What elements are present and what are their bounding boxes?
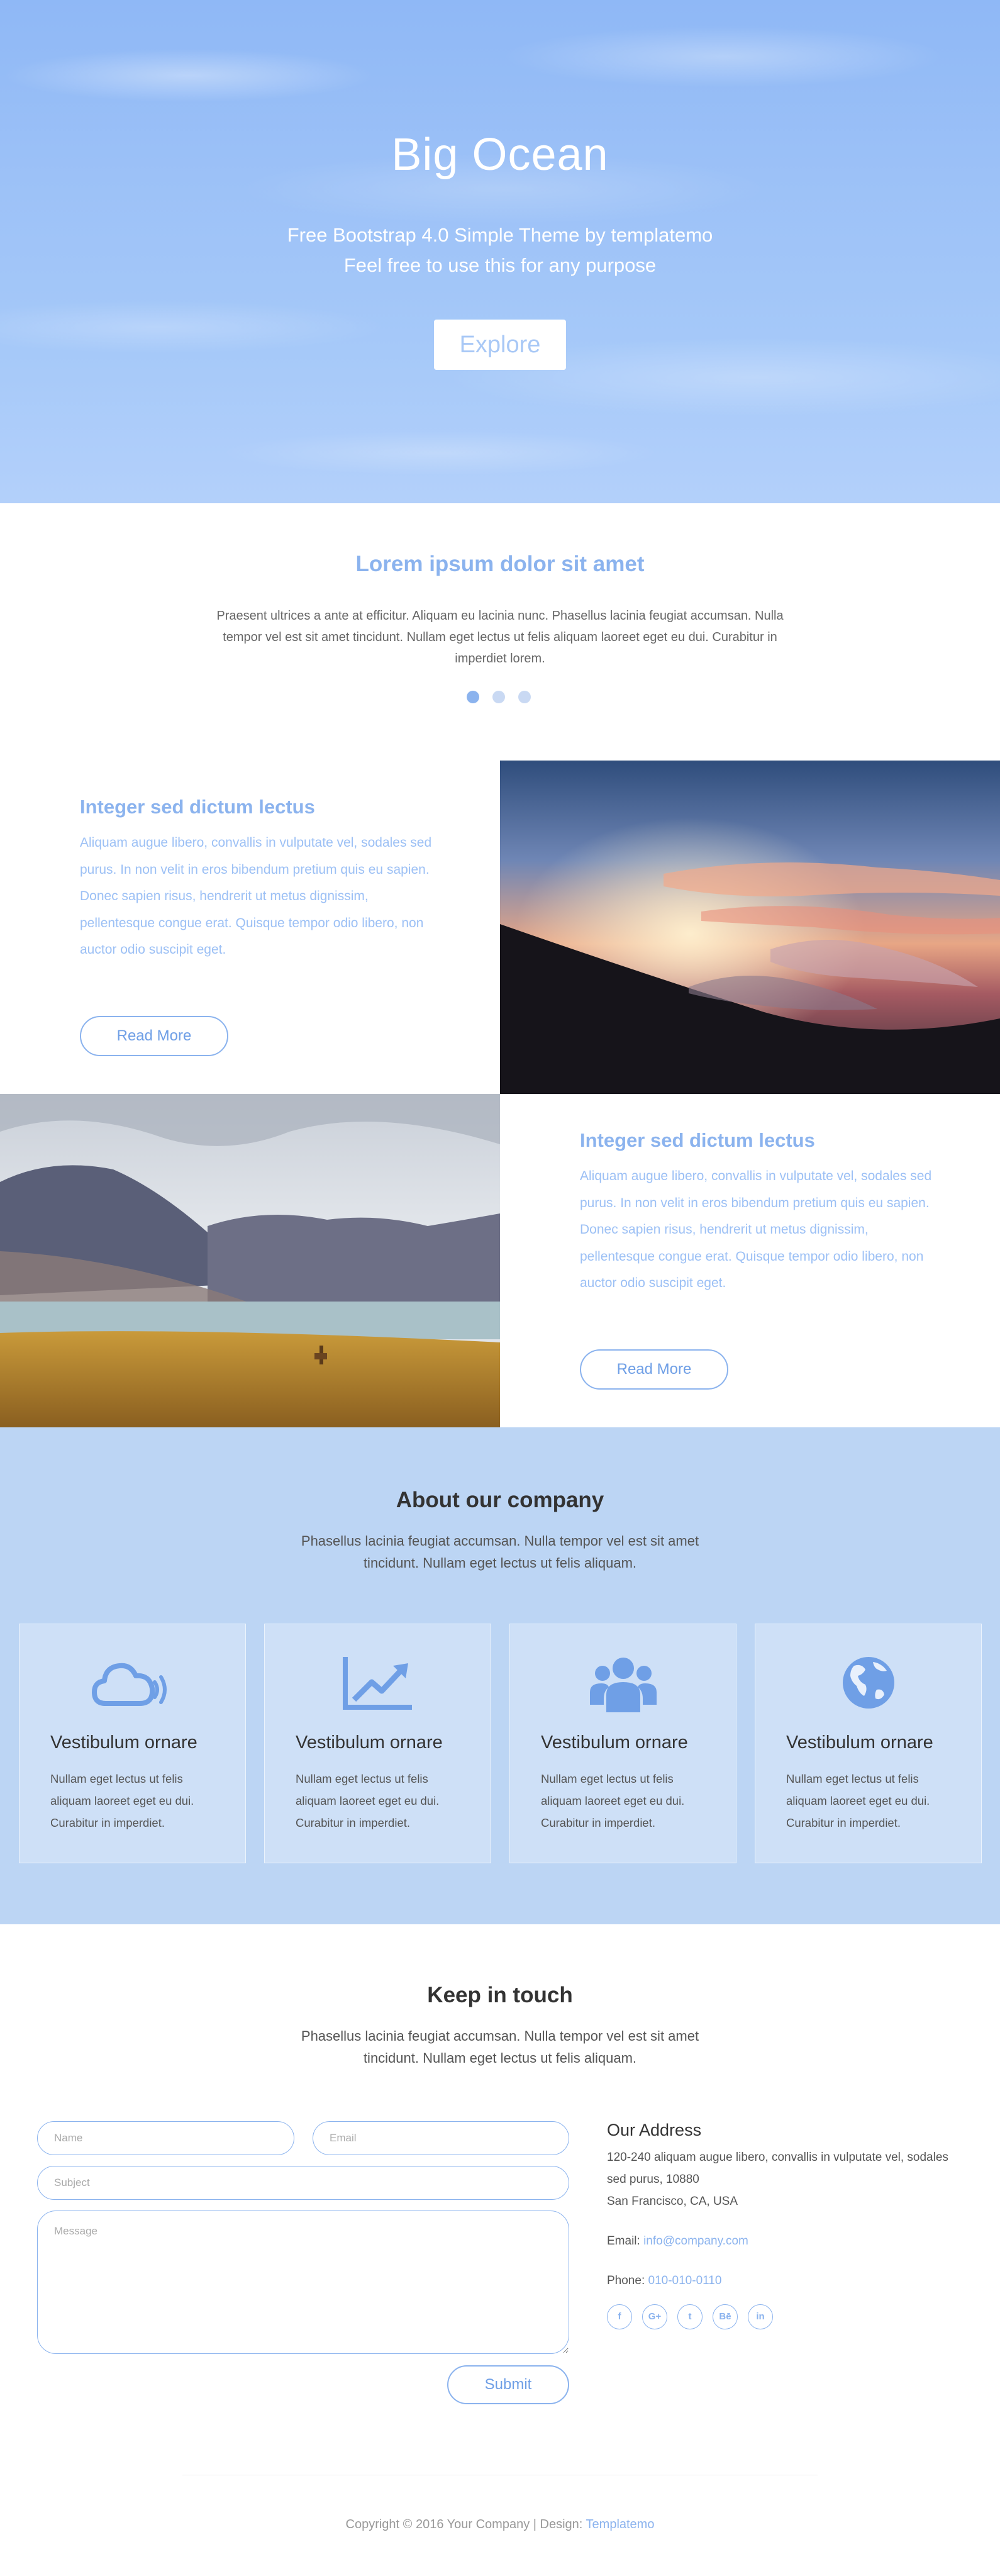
google-plus-icon[interactable]: G+: [642, 2304, 667, 2329]
contact-title: Keep in touch: [427, 1983, 573, 2007]
phone-link[interactable]: 010-010-0110: [648, 2274, 722, 2287]
name-input[interactable]: [37, 2121, 294, 2155]
templatemo-link[interactable]: Templatemo: [586, 2517, 655, 2531]
message-textarea[interactable]: [37, 2211, 569, 2354]
service-card-1-text: Nullam eget lectus ut felis aliquam laor…: [50, 1772, 194, 1829]
address-line2: San Francisco, CA, USA: [607, 2195, 738, 2208]
users-group-icon: [510, 1654, 736, 1712]
service-card-2: Vestibulum ornare Nullam eget lectus ut …: [264, 1624, 491, 1863]
mountain-lake-vicuna-photo: [0, 1094, 500, 1427]
service-card-4-text: Nullam eget lectus ut felis aliquam laor…: [786, 1772, 930, 1829]
feature-1-read-more-button[interactable]: Read More: [80, 1016, 228, 1056]
slider-dots: [467, 691, 533, 705]
feature-2-text: Aliquam augue libero, convallis in vulpu…: [580, 1169, 932, 1290]
service-card-2-text: Nullam eget lectus ut felis aliquam laor…: [296, 1772, 440, 1829]
feature-1-text: Aliquam augue libero, convallis in vulpu…: [80, 835, 432, 957]
twitter-icon[interactable]: t: [677, 2304, 703, 2329]
about-section: About our company Phasellus lacinia feug…: [0, 1427, 1000, 1924]
about-text: Phasellus lacinia feugiat accumsan. Null…: [301, 1533, 699, 1571]
feature-1-content: Integer sed dictum lectus Aliquam augue …: [80, 796, 432, 964]
submit-button[interactable]: Submit: [447, 2365, 569, 2404]
feature-2-read-more-button[interactable]: Read More: [580, 1349, 728, 1390]
facebook-icon[interactable]: f: [607, 2304, 632, 2329]
feature-2-title: Integer sed dictum lectus: [580, 1129, 815, 1151]
service-card-4-title: Vestibulum ornare: [786, 1732, 933, 1753]
mountain-lake-image: [0, 1094, 500, 1427]
slider-dot-1[interactable]: [467, 691, 479, 703]
sunset-clouds-image: [500, 761, 1000, 1094]
feature-1-title: Integer sed dictum lectus: [80, 796, 315, 818]
hero-title: Big Ocean: [391, 130, 609, 180]
service-card-3: Vestibulum ornare Nullam eget lectus ut …: [509, 1624, 736, 1863]
service-card-3-title: Vestibulum ornare: [541, 1732, 688, 1753]
phone-row: Phone: 010-010-0110: [607, 2270, 959, 2292]
linkedin-icon[interactable]: in: [748, 2304, 773, 2329]
address-line1: 120-240 aliquam augue libero, convallis …: [607, 2151, 948, 2186]
service-card-4: Vestibulum ornare Nullam eget lectus ut …: [755, 1624, 982, 1863]
email-row: Email: info@company.com: [607, 2230, 959, 2252]
service-card-1: Vestibulum ornare Nullam eget lectus ut …: [19, 1624, 246, 1863]
address-title: Our Address: [607, 2121, 702, 2139]
slider-dot-2[interactable]: [492, 691, 505, 703]
intro-title: Lorem ipsum dolor sit amet: [355, 552, 645, 576]
contact-text: Phasellus lacinia feugiat accumsan. Null…: [301, 2028, 699, 2066]
address-block: Our Address 120-240 aliquam augue libero…: [607, 2119, 959, 2292]
intro-text: Praesent ultrices a ante at efficitur. A…: [216, 609, 784, 666]
cloud-signal-icon: [19, 1654, 245, 1711]
hero-subtitle-line1: Free Bootstrap 4.0 Simple Theme by templ…: [287, 224, 713, 246]
email-link[interactable]: info@company.com: [643, 2234, 748, 2248]
service-card-2-title: Vestibulum ornare: [296, 1732, 443, 1753]
feature-2-content: Integer sed dictum lectus Aliquam augue …: [580, 1129, 932, 1297]
service-card-1-title: Vestibulum ornare: [50, 1732, 197, 1753]
hero-subtitle: Free Bootstrap 4.0 Simple Theme by templ…: [0, 220, 1000, 281]
behance-icon[interactable]: Bē: [713, 2304, 738, 2329]
hero-subtitle-line2: Feel free to use this for any purpose: [343, 254, 657, 276]
globe-icon: [755, 1654, 981, 1711]
email-label: Email:: [607, 2234, 640, 2248]
line-chart-icon: [265, 1654, 491, 1711]
subject-input[interactable]: [37, 2166, 569, 2200]
about-title: About our company: [396, 1488, 604, 1512]
footer: Copyright © 2016 Your Company | Design: …: [0, 2517, 1000, 2532]
service-card-3-text: Nullam eget lectus ut felis aliquam laor…: [541, 1772, 685, 1829]
copyright-text: Copyright © 2016 Your Company | Design:: [345, 2517, 586, 2531]
email-input[interactable]: [313, 2121, 569, 2155]
explore-button[interactable]: Explore: [434, 320, 566, 370]
slider-dot-3[interactable]: [518, 691, 531, 703]
phone-label: Phone:: [607, 2274, 645, 2287]
hero-section: Big Ocean Free Bootstrap 4.0 Simple Them…: [0, 0, 1000, 503]
sunset-clouds-mountain-photo: [500, 761, 1000, 1094]
